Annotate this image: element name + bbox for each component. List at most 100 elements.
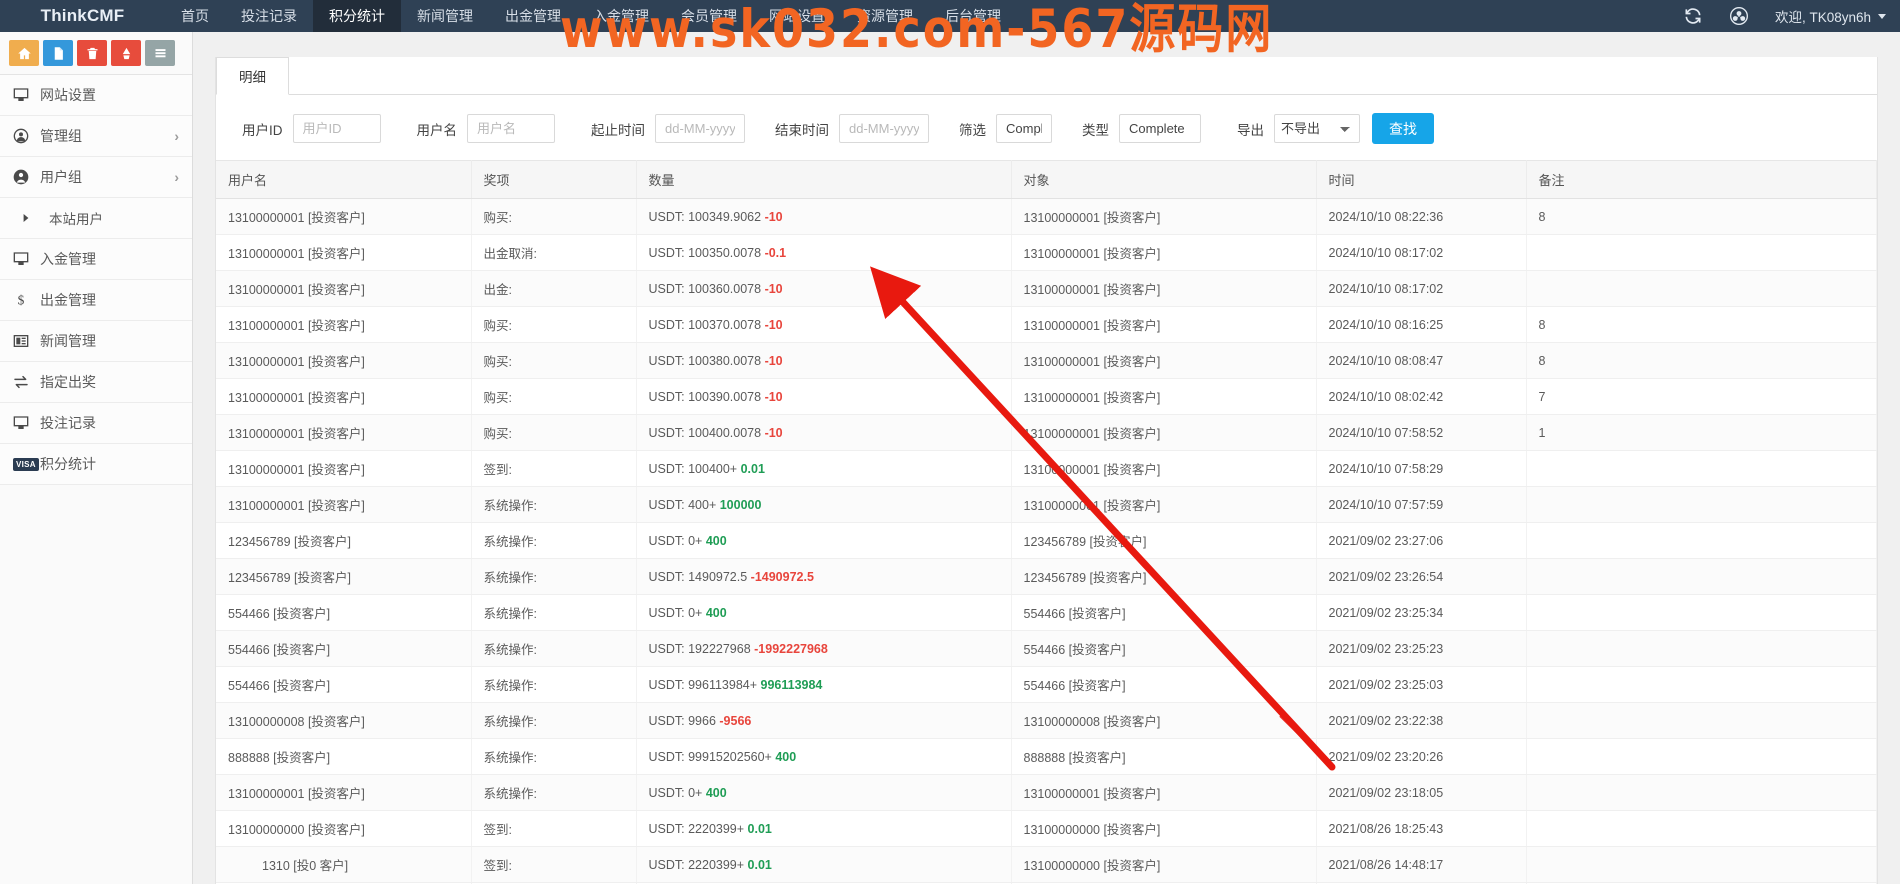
table-row[interactable]: 13100000001 [投资客户] 系统操作: USDT: 400+ 100000… (216, 486, 1877, 523)
cell-remark: 8 (1526, 198, 1877, 235)
table-row[interactable]: 13100000001 [投资客户] 购买: USDT: 100370.0078 -… (216, 306, 1877, 343)
end-time-input[interactable] (839, 114, 929, 143)
cell-time: 2021/08/26 18:25:43 (1316, 810, 1527, 847)
amount-base: USDT: 2220399+ (648, 857, 748, 872)
cell-prize: 签到: (471, 810, 637, 847)
cell-time: 2021/09/02 23:20:26 (1316, 738, 1527, 775)
amount-delta: 0.01 (740, 461, 765, 476)
cell-amount: USDT: 99915202560+ 400 (636, 738, 1012, 775)
amount-delta: 996113984 (760, 677, 823, 692)
main-content: 明细 用户ID 用户名 起止时间 结束时间 (193, 32, 1900, 884)
table-row[interactable]: 123456789 [投资客户] 系统操作: USDT: 0+ 400 1234567… (216, 522, 1877, 559)
cell-remark (1526, 594, 1877, 631)
brand-logo[interactable]: ThinkCMF (0, 0, 165, 32)
sidebar-item-2[interactable]: 用户组 › (0, 157, 192, 198)
cell-user: 13100000001 [投资客户] (216, 234, 472, 271)
table-row[interactable]: 13100000001 [投资客户] 出金: USDT: 100360.0078 -… (216, 270, 1877, 307)
table-row[interactable]: 13100000008 [投资客户] 系统操作: USDT: 9966 -9566 1… (216, 702, 1877, 739)
cell-remark (1526, 558, 1877, 595)
nav-item-7[interactable]: 网站设置 (753, 0, 841, 32)
table-row[interactable]: 13100000001 [投资客户] 购买: USDT: 100400.0078 -… (216, 414, 1877, 451)
list-icon[interactable] (145, 40, 175, 66)
cell-prize: 购买: (471, 342, 637, 379)
sidebar-item-label: 指定出奖 (40, 374, 96, 390)
nav-item-2[interactable]: 积分统计 (313, 0, 401, 32)
nav-item-1[interactable]: 投注记录 (225, 0, 313, 32)
table-row[interactable]: 13100000000 [投资客户] 签到: USDT: 2220399+ 0.01… (216, 810, 1877, 847)
cell-time: 2024/10/10 07:57:59 (1316, 486, 1527, 523)
cell-remark (1526, 738, 1877, 775)
sidebar-item-0[interactable]: 网站设置 (0, 75, 192, 116)
refresh-icon[interactable] (1683, 6, 1703, 26)
sidebar-item-label: 出金管理 (40, 292, 96, 308)
cell-user: 13100000001 [投资客户] (216, 306, 472, 343)
cell-prize: 购买: (471, 378, 637, 415)
table-row[interactable]: 1310 [投0 客户] 签到: USDT: 2220399+ 0.01 131000… (216, 846, 1877, 883)
trash-icon[interactable] (77, 40, 107, 66)
user-network-icon[interactable] (1729, 6, 1749, 26)
document-icon[interactable] (43, 40, 73, 66)
table-row[interactable]: 888888 [投资客户] 系统操作: USDT: 99915202560+ 400… (216, 738, 1877, 775)
sidebar-item-6[interactable]: 新闻管理 (0, 321, 192, 362)
export-select[interactable]: 不导出 (1274, 114, 1360, 143)
clear-cache-icon[interactable] (111, 40, 141, 66)
cell-amount: USDT: 100400+ 0.01 (636, 450, 1012, 487)
user-id-input[interactable] (292, 114, 381, 143)
sidebar-item-1[interactable]: 管理组 › (0, 116, 192, 157)
cell-amount: USDT: 1490972.5 -1490972.5 (636, 558, 1012, 595)
amount-base: USDT: 400+ (648, 497, 720, 512)
cell-time: 2024/10/10 07:58:29 (1316, 450, 1527, 487)
sidebar-toolbar (0, 32, 192, 75)
cell-user: 554466 [投资客户] (216, 594, 472, 631)
sidebar-item-8[interactable]: 投注记录 (0, 403, 192, 444)
nav-item-6[interactable]: 会员管理 (665, 0, 753, 32)
table-row[interactable]: 554466 [投资客户] 系统操作: USDT: 996113984+ 99611… (216, 666, 1877, 703)
nav-item-0[interactable]: 首页 (165, 0, 225, 32)
sidebar-item-7[interactable]: 指定出奖 (0, 362, 192, 403)
sidebar-item-3[interactable]: 本站用户 (0, 198, 192, 239)
monitor-icon (13, 415, 35, 431)
sidebar-item-5[interactable]: $ 出金管理 (0, 280, 192, 321)
table-row[interactable]: 13100000001 [投资客户] 购买: USDT: 100390.0078 -… (216, 378, 1877, 415)
amount-base: USDT: 100400.0078 (648, 425, 765, 440)
tab-0[interactable]: 明细 (216, 57, 289, 95)
cell-amount: USDT: 0+ 400 (636, 594, 1012, 631)
nav-item-4[interactable]: 出金管理 (489, 0, 577, 32)
screen-input[interactable] (996, 114, 1052, 143)
nav-item-3[interactable]: 新闻管理 (401, 0, 489, 32)
home-icon[interactable] (9, 40, 39, 66)
amount-base: USDT: 100360.0078 (648, 281, 765, 296)
welcome-user-menu[interactable]: 欢迎, TK08yn6h (1775, 6, 1886, 26)
table-row[interactable]: 13100000001 [投资客户] 签到: USDT: 100400+ 0.01 1… (216, 450, 1877, 487)
cell-remark (1526, 270, 1877, 307)
search-button[interactable]: 查找 (1372, 113, 1434, 144)
table-row[interactable]: 554466 [投资客户] 系统操作: USDT: 192227968 -19922… (216, 630, 1877, 667)
cell-prize: 出金取消: (471, 234, 637, 271)
table-row[interactable]: 13100000001 [投资客户] 购买: USDT: 100349.9062 -… (216, 198, 1877, 235)
amount-base: USDT: 100400+ (648, 461, 741, 476)
amount-delta: -10 (764, 425, 783, 440)
nav-item-8[interactable]: 资源管理 (841, 0, 929, 32)
caret-right-icon (22, 214, 44, 222)
cell-remark: 1 (1526, 414, 1877, 451)
table-row[interactable]: 13100000001 [投资客户] 出金取消: USDT: 100350.0078… (216, 234, 1877, 271)
table-row[interactable]: 123456789 [投资客户] 系统操作: USDT: 1490972.5 -14… (216, 558, 1877, 595)
cell-target: 13100000001 [投资客户] (1011, 234, 1317, 271)
cell-prize: 系统操作: (471, 630, 637, 667)
nav-item-5[interactable]: 入金管理 (577, 0, 665, 32)
amount-delta: 400 (705, 605, 727, 620)
sidebar-item-9[interactable]: VISA 积分统计 (0, 444, 192, 485)
chevron-right-icon: › (174, 128, 179, 144)
table-row[interactable]: 554466 [投资客户] 系统操作: USDT: 0+ 400 554466 [投资… (216, 594, 1877, 631)
table-row[interactable]: 13100000001 [投资客户] 购买: USDT: 100380.0078 -… (216, 342, 1877, 379)
cell-prize: 系统操作: (471, 702, 637, 739)
cell-prize: 系统操作: (471, 486, 637, 523)
type-input[interactable] (1119, 114, 1201, 143)
start-time-input[interactable] (655, 114, 745, 143)
table-row[interactable]: 13100000001 [投资客户] 系统操作: USDT: 0+ 400 13100… (216, 774, 1877, 811)
sidebar-item-4[interactable]: 入金管理 (0, 239, 192, 280)
cell-user: 13100000001 [投资客户] (216, 342, 472, 379)
nav-item-9[interactable]: 后台管理 (929, 0, 1017, 32)
user-name-input[interactable] (467, 114, 555, 143)
cell-time: 2021/09/02 23:26:54 (1316, 558, 1527, 595)
